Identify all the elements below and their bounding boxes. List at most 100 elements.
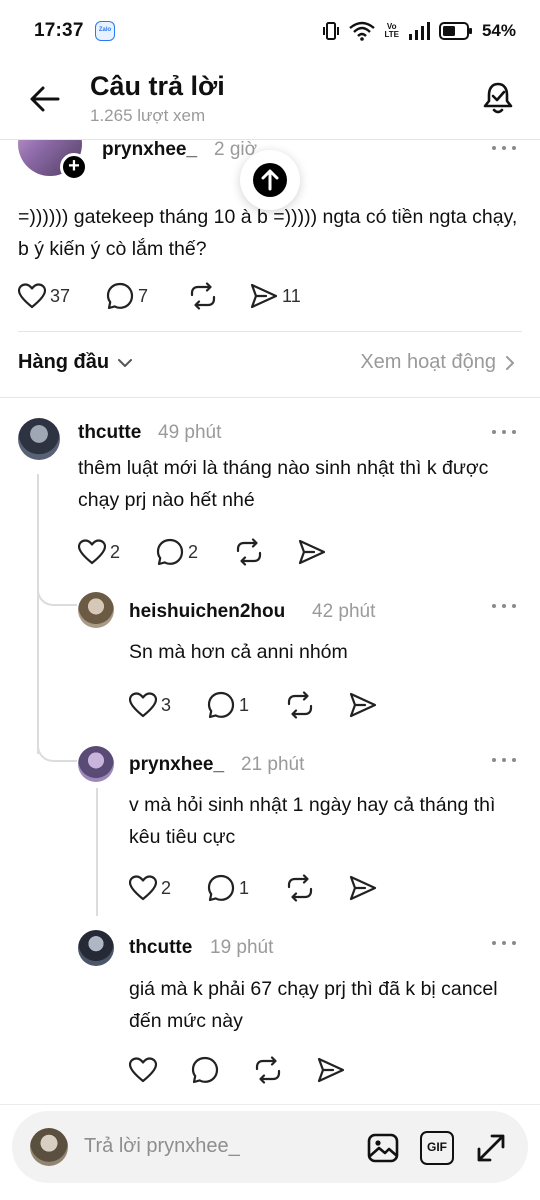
more-options-icon[interactable]: [492, 939, 516, 947]
share-button[interactable]: [317, 1055, 345, 1085]
avatar[interactable]: [78, 746, 114, 782]
comment-button[interactable]: 7: [106, 281, 148, 311]
like-count: 2: [110, 541, 121, 562]
thread-connector: [37, 736, 77, 762]
share-button[interactable]: [349, 873, 377, 903]
repost-button[interactable]: [188, 281, 218, 311]
comment-username[interactable]: heishuichen2hou: [129, 601, 285, 623]
heart-icon: [129, 1057, 157, 1083]
like-button[interactable]: 2: [129, 873, 171, 903]
repost-icon: [190, 282, 216, 310]
repost-icon: [287, 691, 313, 719]
expand-icon[interactable]: [474, 1131, 508, 1165]
follow-plus-icon[interactable]: +: [60, 153, 88, 181]
image-icon[interactable]: [366, 1131, 400, 1165]
status-bar: 17:37 Zalo Vo LTE 54%: [0, 0, 540, 62]
more-options-icon[interactable]: [492, 602, 516, 610]
sort-label: Hàng đầu: [18, 351, 110, 373]
repost-icon: [255, 1056, 281, 1084]
thread-line: [96, 788, 98, 916]
page-title: Câu trả lời: [90, 71, 225, 101]
reply-bar: Trả lời prynxhee_ GIF: [0, 1104, 540, 1200]
reply-button[interactable]: 1: [207, 690, 249, 720]
more-options-icon[interactable]: [492, 428, 516, 436]
comment-time: 21 phút: [241, 754, 305, 775]
send-icon: [298, 539, 326, 565]
repost-button[interactable]: [234, 537, 264, 567]
heart-icon: [129, 692, 157, 718]
comment-icon: [191, 1056, 219, 1084]
share-button[interactable]: 11: [250, 281, 301, 311]
arrow-up-icon: [253, 163, 287, 197]
back-arrow-icon[interactable]: [28, 82, 62, 116]
comment-username[interactable]: thcutte: [129, 937, 192, 959]
share-button[interactable]: [298, 537, 326, 567]
comment-text: thêm luật mới là tháng nào sinh nhật thì…: [78, 457, 489, 511]
comment-time: 42 phút: [312, 601, 376, 622]
heart-icon: [18, 283, 46, 309]
avatar[interactable]: [18, 418, 60, 460]
comment-actions: 3 1: [129, 690, 377, 720]
reply-count: 1: [239, 694, 250, 715]
repost-button[interactable]: [285, 873, 315, 903]
bell-icon[interactable]: [480, 79, 516, 115]
reply-button[interactable]: 1: [207, 873, 249, 903]
sort-dropdown[interactable]: Hàng đầu: [18, 351, 133, 374]
comment-actions: [129, 1055, 345, 1085]
vibrate-icon: [323, 22, 340, 40]
gif-icon[interactable]: GIF: [420, 1131, 454, 1165]
view-activity-link[interactable]: Xem hoạt động: [360, 351, 516, 374]
avatar[interactable]: [78, 592, 114, 628]
thread-line: [37, 474, 39, 754]
like-button[interactable]: [129, 1055, 157, 1085]
avatar: [30, 1128, 68, 1166]
like-button[interactable]: 3: [129, 690, 171, 720]
status-time: 17:37: [34, 20, 84, 41]
battery-icon: [438, 22, 472, 40]
repost-icon: [287, 874, 313, 902]
comment-time: 19 phút: [210, 937, 274, 958]
comment-text: v mà hỏi sinh nhật 1 ngày hay cả tháng t…: [129, 794, 496, 848]
comment-icon: [156, 538, 184, 566]
reply-count: 2: [188, 541, 199, 562]
battery-percent: 54%: [481, 21, 516, 40]
comment-username[interactable]: prynxhee_: [129, 754, 224, 776]
scroll-to-top-button[interactable]: [240, 150, 300, 210]
activity-label: Xem hoạt động: [360, 351, 496, 373]
reply-input[interactable]: Trả lời prynxhee_ GIF: [12, 1111, 528, 1183]
comment-actions: 2 2: [78, 537, 326, 567]
top-app-bar: Câu trả lời 1.265 lượt xem: [0, 62, 540, 140]
chevron-right-icon: [506, 355, 514, 370]
repost-button[interactable]: [285, 690, 315, 720]
reply-count: 1: [239, 877, 250, 898]
heart-icon: [129, 875, 157, 901]
repost-button[interactable]: [253, 1055, 283, 1085]
heart-icon: [78, 539, 106, 565]
divider: [18, 331, 522, 332]
comment-username[interactable]: thcutte: [78, 422, 141, 444]
wifi-icon: [349, 21, 376, 41]
like-count: 3: [161, 694, 172, 715]
comment-count: 7: [138, 285, 149, 306]
reply-placeholder: Trả lời prynxhee_: [84, 1135, 240, 1157]
signal-icon: [408, 22, 430, 40]
like-button[interactable]: 37: [18, 281, 70, 311]
more-options-icon[interactable]: [492, 756, 516, 764]
reply-button[interactable]: [191, 1055, 219, 1085]
share-count: 11: [282, 285, 301, 306]
send-icon: [349, 875, 377, 901]
comment-time: 49 phút: [158, 422, 222, 443]
avatar[interactable]: [78, 930, 114, 966]
send-icon: [250, 283, 278, 309]
like-button[interactable]: 2: [78, 537, 120, 567]
view-count: 1.265 lượt xem: [90, 106, 206, 125]
more-options-icon[interactable]: [492, 144, 516, 152]
volte-icon: Vo LTE: [384, 22, 399, 39]
comment-icon: [207, 691, 235, 719]
comment-text: Sn mà hơn cả anni nhóm: [129, 641, 348, 663]
comment-icon: [207, 874, 235, 902]
post-username[interactable]: prynxhee_: [102, 139, 197, 161]
share-button[interactable]: [349, 690, 377, 720]
post-text: =)))))) gatekeep tháng 10 à b =))))) ngt…: [18, 206, 518, 260]
reply-button[interactable]: 2: [156, 537, 198, 567]
